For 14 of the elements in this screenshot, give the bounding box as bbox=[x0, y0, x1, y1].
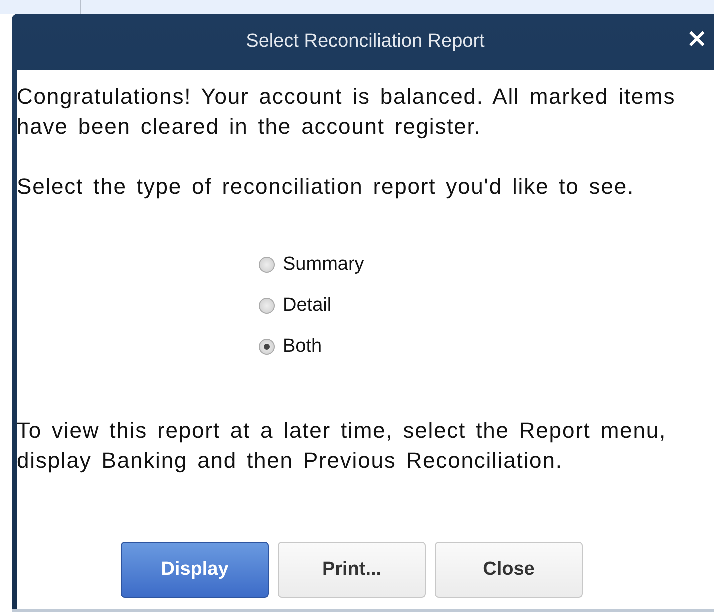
radio-option[interactable]: Summary bbox=[259, 254, 364, 276]
prompt-text: Select the type of reconciliation report you'd like to see. bbox=[17, 173, 636, 201]
dialog-button[interactable]: Print... bbox=[278, 542, 426, 598]
radio-option[interactable]: Both bbox=[259, 336, 322, 358]
radio-button[interactable] bbox=[259, 298, 275, 314]
dialog-button[interactable]: Display bbox=[121, 542, 269, 598]
note-text: To view this report at a later time, select the Report menu, display Banking and then Previous Reconciliation. bbox=[17, 417, 668, 475]
radio-button[interactable] bbox=[259, 257, 275, 273]
window-title: Select Reconciliation Report bbox=[246, 31, 485, 53]
radio-option[interactable]: Detail bbox=[259, 295, 332, 317]
message-text: Congratulations! Your account is balanced. All marked items have been cleared in the account register. bbox=[17, 83, 677, 141]
close-button[interactable]: × bbox=[686, 26, 708, 52]
dialog-button[interactable]: Close bbox=[435, 542, 583, 598]
radio-button[interactable] bbox=[259, 339, 275, 355]
